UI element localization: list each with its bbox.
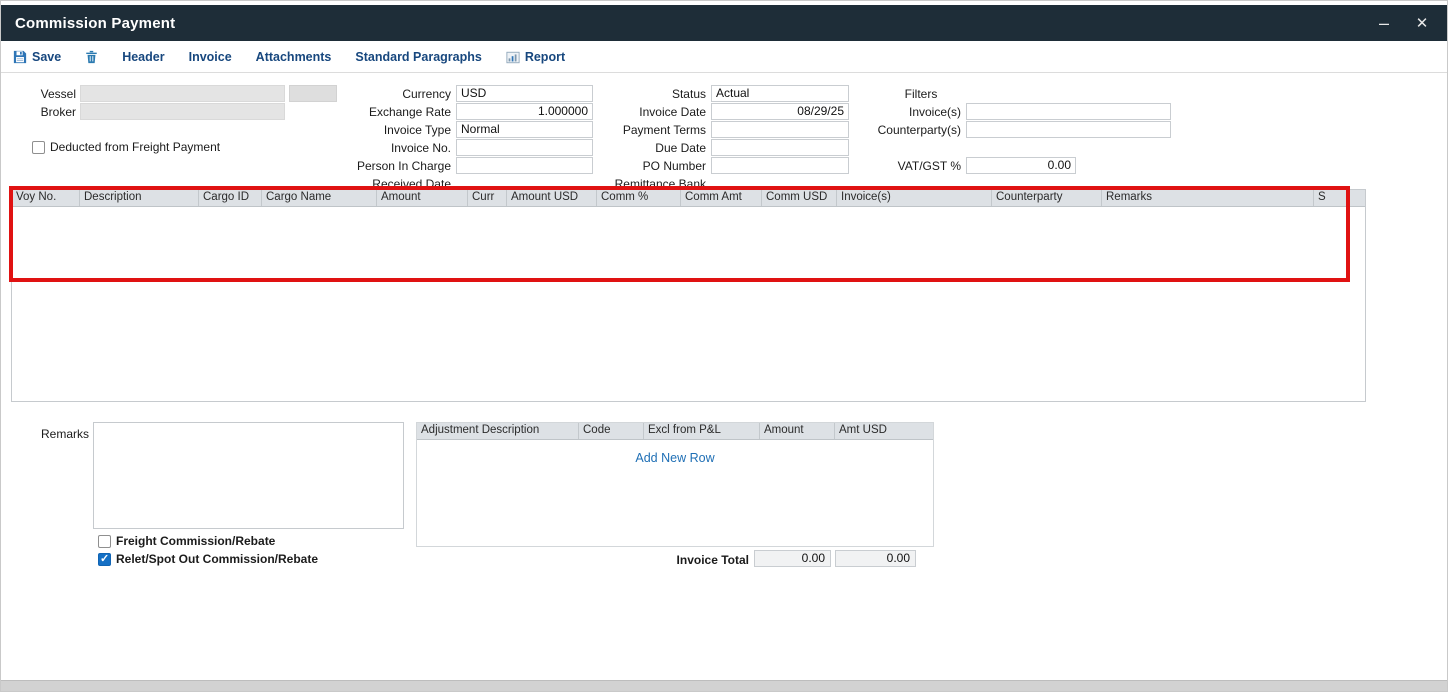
adjustments-header-row: Adjustment Description Code Excl from P&…: [417, 423, 933, 440]
column-header-description[interactable]: Description: [80, 190, 199, 206]
freight-commission-label: Freight Commission/Rebate: [116, 534, 275, 549]
relet-spot-out-label: Relet/Spot Out Commission/Rebate: [116, 552, 318, 567]
adj-column-code[interactable]: Code: [579, 423, 644, 439]
save-label: Save: [32, 50, 61, 64]
person-in-charge-label: Person In Charge: [341, 158, 451, 174]
column-header-invoices[interactable]: Invoice(s): [837, 190, 992, 206]
column-header-counterparty[interactable]: Counterparty: [992, 190, 1102, 206]
tab-header[interactable]: Header: [122, 50, 164, 64]
remarks-textarea[interactable]: [93, 422, 404, 529]
filter-counterparty-field[interactable]: [966, 121, 1171, 138]
report-button[interactable]: Report: [506, 50, 565, 64]
due-date-field[interactable]: [711, 139, 849, 156]
invoice-type-label: Invoice Type: [341, 122, 451, 138]
invoice-date-field[interactable]: 08/29/25: [711, 103, 849, 120]
close-button[interactable]: ✕: [1405, 5, 1439, 41]
due-date-label: Due Date: [591, 140, 706, 156]
commission-lines-table: Voy No. Description Cargo ID Cargo Name …: [11, 189, 1366, 402]
filters-title: Filters: [881, 86, 961, 102]
vat-gst-label: VAT/GST %: [851, 158, 961, 174]
adjustments-table: Adjustment Description Code Excl from P&…: [416, 422, 934, 547]
column-header-comm-amt[interactable]: Comm Amt: [681, 190, 762, 206]
attachments-label: Attachments: [256, 50, 332, 64]
status-field[interactable]: Actual: [711, 85, 849, 102]
column-header-comm-usd[interactable]: Comm USD: [762, 190, 837, 206]
vat-gst-field[interactable]: 0.00: [966, 157, 1076, 174]
broker-field[interactable]: [80, 103, 285, 120]
deducted-from-freight-label: Deducted from Freight Payment: [50, 140, 220, 155]
add-new-row-link[interactable]: Add New Row: [417, 451, 933, 465]
adj-column-amount[interactable]: Amount: [760, 423, 835, 439]
toolbar: Save Header Invoice Attachments Standard…: [1, 43, 1447, 71]
filter-counterparty-label: Counterparty(s): [851, 122, 961, 138]
column-header-remarks[interactable]: Remarks: [1102, 190, 1314, 206]
invoice-total-label: Invoice Total: [649, 552, 749, 568]
column-header-amount-usd[interactable]: Amount USD: [507, 190, 597, 206]
report-label: Report: [525, 50, 565, 64]
tab-invoice[interactable]: Invoice: [189, 50, 232, 64]
invoice-total-usd-field: 0.00: [835, 550, 916, 567]
relet-spot-out-checkbox[interactable]: [98, 553, 111, 566]
toolbar-separator: [1, 72, 1447, 73]
adj-column-excl-from-pnl[interactable]: Excl from P&L: [644, 423, 760, 439]
column-header-amount[interactable]: Amount: [377, 190, 468, 206]
column-header-voy-no[interactable]: Voy No.: [12, 190, 80, 206]
standard-paragraphs-label: Standard Paragraphs: [355, 50, 481, 64]
vessel-label: Vessel: [1, 86, 76, 102]
adj-column-amt-usd[interactable]: Amt USD: [835, 423, 933, 439]
broker-label: Broker: [1, 104, 76, 120]
invoice-type-field[interactable]: Normal: [456, 121, 593, 138]
status-label: Status: [591, 86, 706, 102]
minimize-button[interactable]: –: [1367, 5, 1401, 41]
adj-column-description[interactable]: Adjustment Description: [417, 423, 579, 439]
exchange-rate-label: Exchange Rate: [341, 104, 451, 120]
report-icon: [506, 51, 520, 64]
filter-invoices-field[interactable]: [966, 103, 1171, 120]
column-header-comm-pct[interactable]: Comm %: [597, 190, 681, 206]
header-label: Header: [122, 50, 164, 64]
tab-attachments[interactable]: Attachments: [256, 50, 332, 64]
window-title: Commission Payment: [15, 15, 175, 32]
vessel-code-field[interactable]: [289, 85, 337, 102]
invoice-no-field[interactable]: [456, 139, 593, 156]
deducted-from-freight-checkbox[interactable]: [32, 141, 45, 154]
currency-field[interactable]: USD: [456, 85, 593, 102]
vessel-field[interactable]: [80, 85, 285, 102]
person-in-charge-field[interactable]: [456, 157, 593, 174]
commission-payment-window: Commission Payment – ✕ Save Header Invoi…: [0, 0, 1448, 692]
invoice-label: Invoice: [189, 50, 232, 64]
po-number-label: PO Number: [591, 158, 706, 174]
commission-lines-body[interactable]: [12, 207, 1365, 402]
exchange-rate-field[interactable]: 1.000000: [456, 103, 593, 120]
column-header-cargo-id[interactable]: Cargo ID: [199, 190, 262, 206]
column-header-curr[interactable]: Curr: [468, 190, 507, 206]
column-header-s[interactable]: S: [1314, 190, 1365, 206]
commission-lines-header-row: Voy No. Description Cargo ID Cargo Name …: [12, 190, 1365, 207]
titlebar: Commission Payment: [1, 5, 1447, 41]
delete-button[interactable]: [85, 50, 98, 64]
tab-standard-paragraphs[interactable]: Standard Paragraphs: [355, 50, 481, 64]
trash-icon: [85, 50, 98, 64]
invoice-no-label: Invoice No.: [341, 140, 451, 156]
column-header-cargo-name[interactable]: Cargo Name: [262, 190, 377, 206]
currency-label: Currency: [341, 86, 451, 102]
save-button[interactable]: Save: [13, 50, 61, 64]
save-icon: [13, 50, 27, 64]
invoice-total-amount-field: 0.00: [754, 550, 831, 567]
freight-commission-checkbox[interactable]: [98, 535, 111, 548]
remarks-label: Remarks: [31, 426, 89, 442]
po-number-field[interactable]: [711, 157, 849, 174]
invoice-date-label: Invoice Date: [591, 104, 706, 120]
payment-terms-field[interactable]: [711, 121, 849, 138]
window-bottom-edge: [1, 680, 1447, 691]
filter-invoices-label: Invoice(s): [851, 104, 961, 120]
payment-terms-label: Payment Terms: [591, 122, 706, 138]
